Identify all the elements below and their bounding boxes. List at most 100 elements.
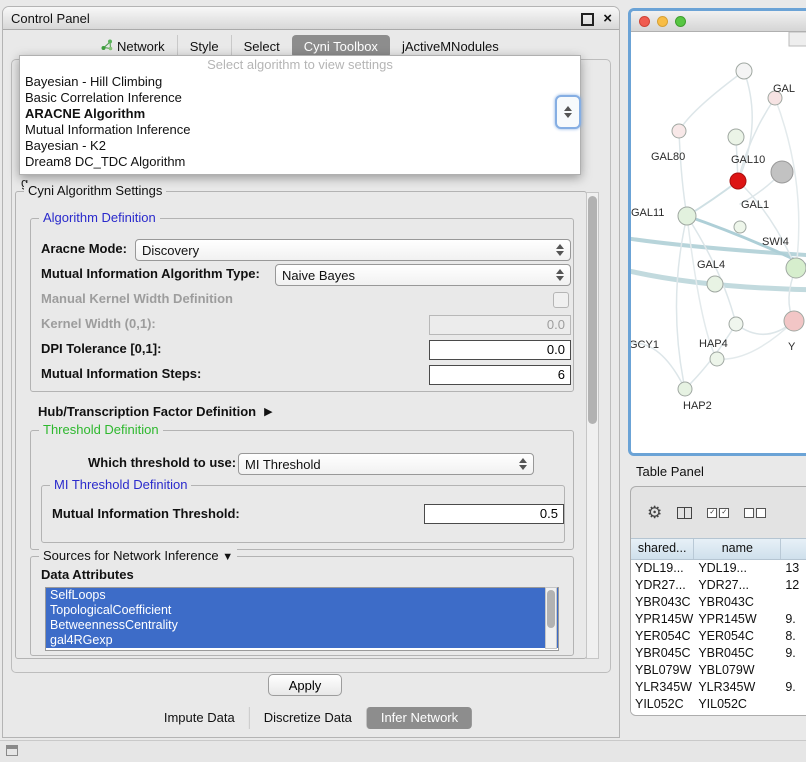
table-row[interactable]: YDL19...YDL19...13	[631, 560, 806, 577]
hub-definition-toggle[interactable]: Hub/Transcription Factor Definition ▶	[38, 404, 273, 419]
sources-group-title[interactable]: Sources for Network Inference ▼	[39, 548, 237, 563]
status-bar	[0, 740, 806, 762]
data-attributes-list[interactable]: SelfLoopsTopologicalCoefficientBetweenne…	[45, 587, 559, 651]
combo-value: Naive Bayes	[282, 268, 355, 283]
table-cell: YBR043C	[694, 594, 781, 611]
mi-algorithm-type-select[interactable]: Naive Bayes	[275, 264, 571, 286]
tab-label: Style	[190, 37, 219, 56]
network-node[interactable]	[730, 173, 746, 189]
table-cell	[781, 594, 806, 611]
mi-threshold-field[interactable]: 0.5	[424, 504, 564, 524]
tab-infer-network[interactable]: Infer Network	[366, 707, 472, 729]
column-header[interactable]: name	[694, 539, 781, 559]
attribute-item[interactable]: TopologicalCoefficient	[46, 603, 558, 618]
algorithm-definition-group: Algorithm Definition Aracne Mode: Discov…	[30, 218, 574, 392]
manual-kernel-checkbox[interactable]	[553, 292, 569, 308]
obscured-combobox-fragment[interactable]	[555, 95, 581, 129]
which-threshold-select[interactable]: MI Threshold	[238, 453, 534, 475]
table-row[interactable]: YBR045CYBR045C9.	[631, 645, 806, 662]
float-window-icon[interactable]	[581, 13, 594, 26]
table-row[interactable]: YLR345WYLR345W9.	[631, 679, 806, 696]
zoom-traffic-light-icon[interactable]	[675, 16, 686, 27]
algorithm-option[interactable]: Bayesian - Hill Climbing	[20, 74, 580, 90]
network-window-titlebar[interactable]	[631, 11, 806, 32]
apply-button[interactable]: Apply	[268, 674, 342, 696]
mi-steps-field[interactable]: 6	[429, 365, 571, 385]
control-panel-titlebar[interactable]: Control Panel ×	[3, 7, 619, 30]
node-label: GAL1	[741, 199, 769, 211]
algorithm-dropdown-popup: Select algorithm to view settingsBayesia…	[19, 55, 581, 175]
network-node[interactable]	[771, 161, 793, 183]
stepper-arrows-icon	[513, 458, 527, 470]
tab-discretize-data[interactable]: Discretize Data	[249, 707, 366, 729]
algorithm-definition-title: Algorithm Definition	[39, 210, 160, 225]
table-cell: YPR145W	[631, 611, 694, 628]
network-node[interactable]	[734, 221, 746, 233]
scrollbar-thumb[interactable]	[588, 196, 597, 424]
table-cell	[781, 662, 806, 679]
table-cell: YDR27...	[694, 577, 781, 594]
settings-scrollbar[interactable]	[586, 192, 599, 659]
network-edge	[676, 216, 687, 389]
panel-toggle-icon[interactable]	[6, 745, 18, 756]
threshold-definition-title: Threshold Definition	[39, 422, 163, 437]
data-attributes-label: Data Attributes	[41, 567, 134, 582]
aracne-mode-select[interactable]: Discovery	[135, 239, 571, 261]
deselect-all-icon[interactable]	[744, 508, 766, 518]
tab-impute-data[interactable]: Impute Data	[150, 707, 249, 729]
table-cell: 8.	[781, 628, 806, 645]
node-label: HAP4	[699, 338, 728, 350]
table-cell: YBR045C	[694, 645, 781, 662]
algorithm-option[interactable]: Dream8 DC_TDC Algorithm	[20, 154, 580, 170]
network-node[interactable]	[736, 63, 752, 79]
bottom-tabbar: Impute DataDiscretize DataInfer Network	[150, 707, 472, 729]
columns-icon[interactable]	[677, 507, 692, 519]
close-icon[interactable]: ×	[603, 7, 612, 30]
algorithm-option[interactable]: Bayesian - K2	[20, 138, 580, 154]
select-all-icon[interactable]: ✓✓	[707, 508, 729, 518]
attribute-item[interactable]: SelfLoops	[46, 588, 558, 603]
algorithm-option[interactable]: Basic Correlation Inference	[20, 90, 580, 106]
combo-value: Discovery	[142, 243, 199, 258]
table-panel-label: Table Panel	[636, 464, 704, 479]
gear-icon[interactable]: ⚙	[647, 504, 662, 521]
close-traffic-light-icon[interactable]	[639, 16, 650, 27]
dpi-tolerance-field[interactable]: 0.0	[429, 340, 571, 360]
kernel-width-field[interactable]: 0.0	[429, 315, 571, 335]
kernel-width-label: Kernel Width (0,1):	[41, 316, 156, 331]
table-row[interactable]: YBL079WYBL079W	[631, 662, 806, 679]
table-row[interactable]: YDR27...YDR27...12	[631, 577, 806, 594]
attribute-item[interactable]: BetweennessCentrality	[46, 618, 558, 633]
desktop: Control Panel × NetworkStyleSelectCyni T…	[0, 0, 806, 762]
column-header[interactable]	[781, 539, 806, 559]
table-row[interactable]: YER054CYER054C8.	[631, 628, 806, 645]
sources-group: Sources for Network Inference ▼ Data Att…	[30, 556, 574, 656]
node-label: GAL10	[731, 154, 765, 166]
network-node[interactable]	[678, 207, 696, 225]
network-canvas[interactable]: GALGAL80GAL10GAL11GAL1SWI4GAL4GCY1HAP4YH…	[631, 32, 806, 454]
network-node[interactable]	[784, 311, 804, 331]
network-node[interactable]	[710, 352, 724, 366]
tab-label: jActiveMNodules	[402, 37, 499, 56]
table-row[interactable]: YPR145WYPR145W9.	[631, 611, 806, 628]
network-node[interactable]	[678, 382, 692, 396]
network-node[interactable]	[729, 317, 743, 331]
algorithm-option[interactable]: Mutual Information Inference	[20, 122, 580, 138]
attributes-list-scrollbar[interactable]	[545, 587, 557, 649]
table-row[interactable]: YBR043CYBR043C	[631, 594, 806, 611]
settings-group-title: Cyni Algorithm Settings	[24, 183, 166, 198]
network-node[interactable]	[786, 258, 806, 278]
network-node[interactable]	[707, 276, 723, 292]
attribute-item[interactable]: gal4RGexp	[46, 633, 558, 648]
minimize-traffic-light-icon[interactable]	[657, 16, 668, 27]
stepper-arrows-icon	[550, 269, 564, 281]
algorithm-option[interactable]: ARACNE Algorithm	[20, 106, 580, 122]
node-label: GAL80	[651, 151, 685, 163]
combo-value: MI Threshold	[245, 457, 321, 472]
table-row[interactable]: YIL052CYIL052C	[631, 696, 806, 713]
dpi-tolerance-label: DPI Tolerance [0,1]:	[41, 341, 161, 356]
column-header[interactable]: shared...	[631, 539, 694, 559]
scrollbar-thumb[interactable]	[547, 590, 555, 628]
network-node[interactable]	[672, 124, 686, 138]
network-node[interactable]	[728, 129, 744, 145]
